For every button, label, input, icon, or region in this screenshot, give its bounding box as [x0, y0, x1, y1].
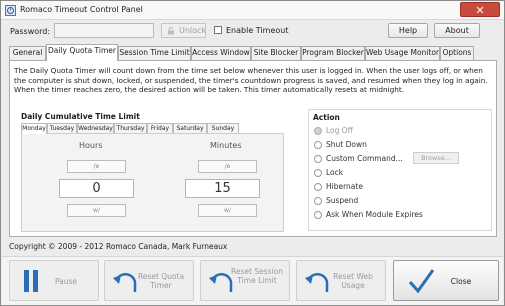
reset-web-usage-button[interactable]: Reset Web Usage [296, 260, 386, 301]
tab-web-usage-monitor[interactable]: Web Usage Monitor [365, 46, 440, 60]
close-label: Close [450, 277, 472, 286]
reset-session-label: Reset Session Time Limit [231, 267, 283, 285]
window-title: Romaco Timeout Control Panel [20, 5, 143, 14]
unlock-label: Unlock [179, 26, 207, 35]
reset-quota-timer-button[interactable]: Reset Quota Timer [104, 260, 194, 301]
app-window: Romaco Timeout Control Panel ✕ Password:… [0, 0, 505, 306]
hours-down-button[interactable]: w/ [67, 204, 126, 217]
radio-button[interactable] [314, 141, 322, 149]
radio-button[interactable] [314, 183, 322, 191]
tab-panel-daily-quota: The Daily Quota Timer will count down fr… [9, 60, 497, 237]
title-bar: Romaco Timeout Control Panel ✕ [1, 1, 504, 20]
action-label: Custom Command... [326, 154, 403, 163]
day-tab-sunday[interactable]: Sunday [207, 123, 239, 133]
reset-session-time-limit-button[interactable]: Reset Session Time Limit [200, 260, 290, 301]
tab-access-window[interactable]: Access Window [191, 46, 251, 60]
browse-button[interactable]: Browse... [413, 152, 459, 164]
tab-daily-quota-timer[interactable]: Daily Quota Timer [46, 44, 118, 61]
about-button[interactable]: About [434, 23, 480, 38]
action-label: Hibernate [326, 182, 363, 191]
tab-options[interactable]: Options [440, 46, 474, 60]
pause-label: Pause [54, 277, 78, 286]
radio-button[interactable] [314, 211, 322, 219]
password-label: Password: [10, 27, 51, 36]
bottom-button-bar: Pause Reset Quota Timer Reset Session Ti… [2, 256, 503, 305]
reset-web-label: Reset Web Usage [333, 272, 373, 290]
minutes-value[interactable]: 15 [185, 179, 260, 198]
tab-site-blocker[interactable]: Site Blocker [251, 46, 301, 60]
day-tab-friday[interactable]: Friday [147, 123, 173, 133]
hours-label: Hours [79, 141, 103, 150]
action-label: Shut Down [326, 140, 367, 149]
action-label: Lock [326, 168, 344, 177]
hours-value[interactable]: 0 [59, 179, 134, 198]
radio-button[interactable] [314, 197, 322, 205]
tab-program-blocker[interactable]: Program Blocker [301, 46, 365, 60]
radio-button[interactable] [314, 155, 322, 163]
lock-icon [168, 27, 174, 35]
day-tab-thursday[interactable]: Thursday [114, 123, 147, 133]
radio-button[interactable] [314, 127, 322, 135]
action-label: Suspend [326, 196, 359, 205]
action-title: Action [313, 113, 340, 122]
enable-timeout-checkbox[interactable] [214, 26, 222, 34]
window-close-button[interactable]: ✕ [460, 2, 500, 17]
copyright-text: Copyright © 2009 - 2012 Romaco Canada, M… [9, 242, 228, 251]
help-button[interactable]: Help [388, 23, 428, 38]
description-text: The Daily Quota Timer will count down fr… [14, 66, 488, 94]
action-group: Action Log Off Shut Down Custom Command.… [308, 109, 492, 231]
password-input[interactable] [54, 23, 154, 38]
hours-up-button[interactable]: /e [67, 160, 126, 173]
pause-button[interactable]: Pause [9, 260, 99, 301]
reset-quota-label: Reset Quota Timer [137, 272, 185, 290]
app-icon [5, 5, 16, 16]
radio-button[interactable] [314, 169, 322, 177]
quota-time-box: Hours /e 0 w/ Minutes /e 15 w/ [21, 133, 284, 232]
tab-general[interactable]: General [9, 46, 46, 60]
day-tab-saturday[interactable]: Saturday [173, 123, 207, 133]
action-label: Ask When Module Expires [326, 210, 423, 219]
unlock-button[interactable]: Unlock [161, 23, 206, 38]
action-label: Log Off [326, 126, 353, 135]
minutes-down-button[interactable]: w/ [198, 204, 257, 217]
tab-session-time-limit[interactable]: Session Time Limit [118, 46, 191, 60]
day-tab-tuesday[interactable]: Tuesday [47, 123, 77, 133]
close-button[interactable]: Close [393, 260, 499, 301]
enable-timeout-label: Enable Timeout [226, 26, 289, 35]
quota-title: Daily Cumulative Time Limit [21, 112, 140, 121]
minutes-label: Minutes [210, 141, 242, 150]
minutes-up-button[interactable]: /e [198, 160, 257, 173]
day-tab-wednesday[interactable]: Wednesday [77, 123, 114, 133]
day-tab-monday[interactable]: Monday [21, 123, 47, 134]
